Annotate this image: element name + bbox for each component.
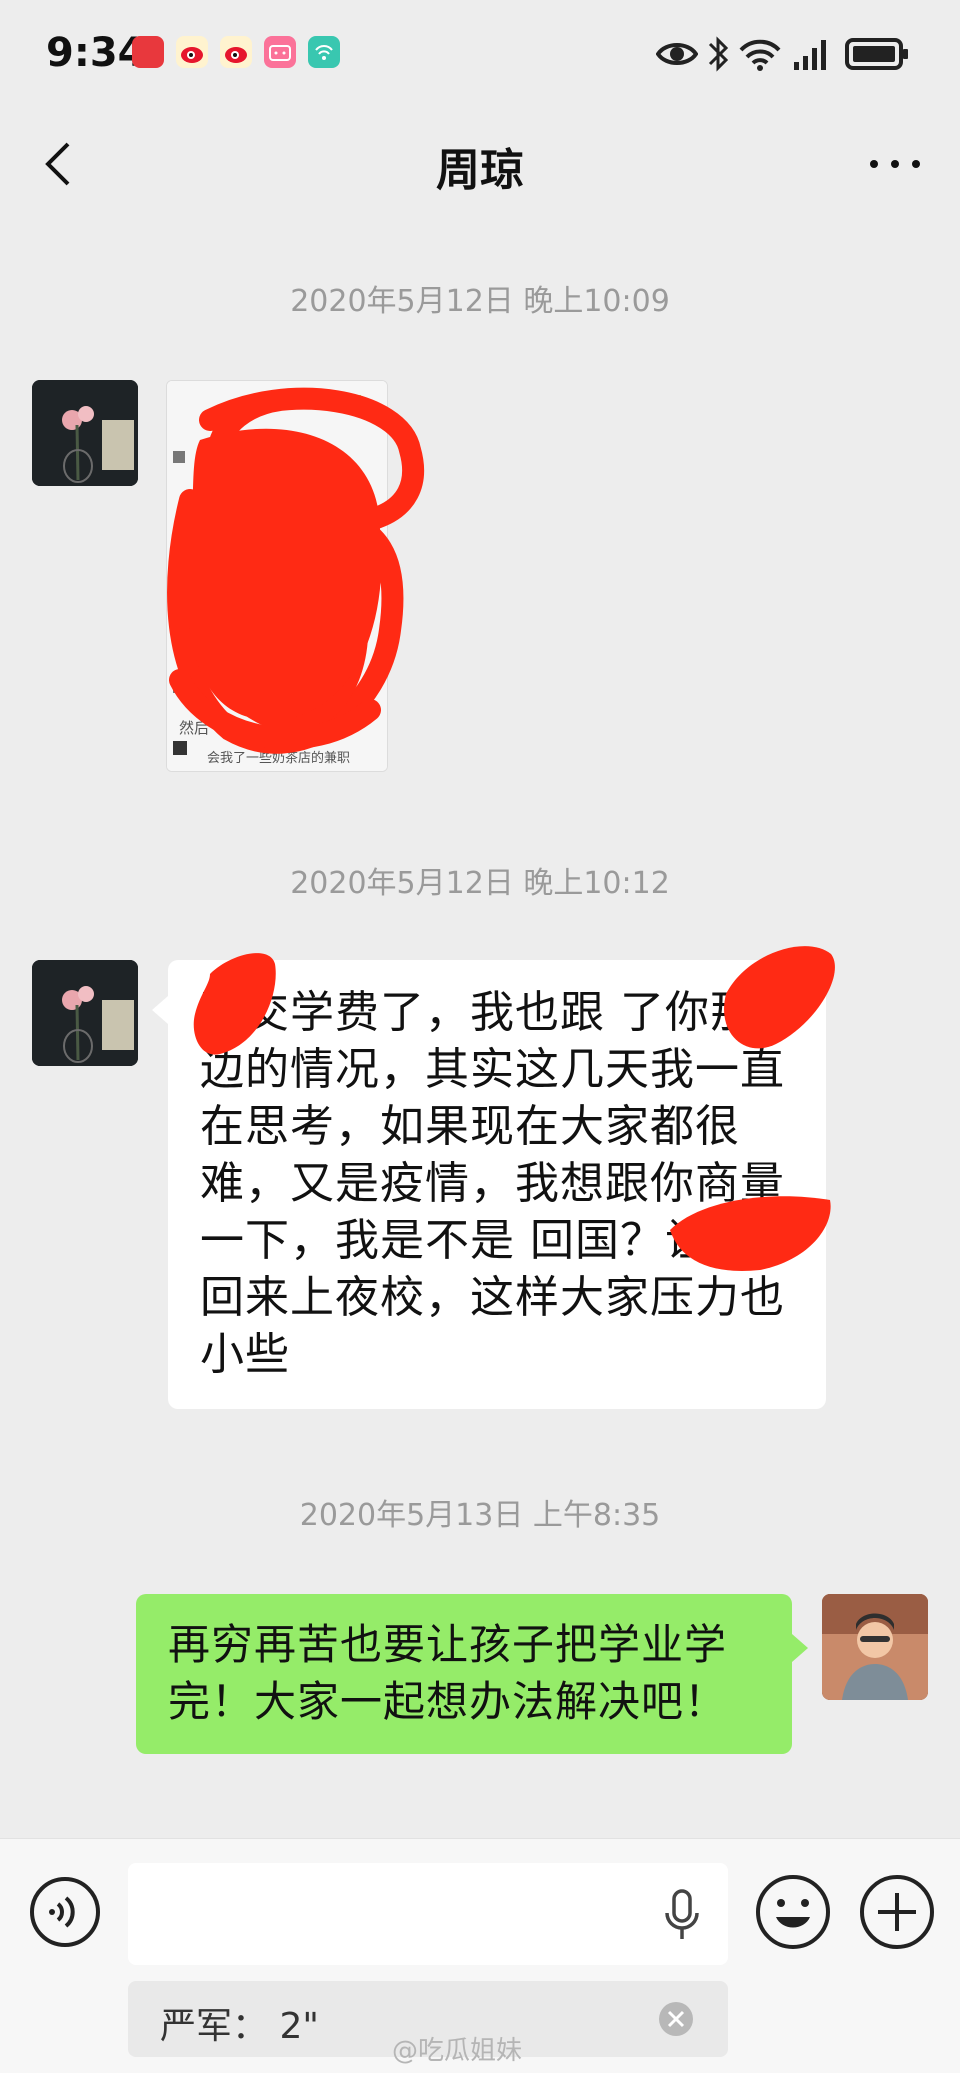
incoming-message-bubble[interactable]: 要交学费了，我也跟 了你那边的情况，其实这几天我一直在思考，如果现在大家都很难，… (152, 960, 826, 1409)
wifi-icon (739, 39, 781, 71)
timestamp: 2020年5月12日 晚上10:09 (290, 284, 670, 319)
battery-icon (845, 38, 908, 70)
weibo-icon (176, 36, 208, 68)
voice-mode-button[interactable] (28, 1875, 102, 1949)
microphone-icon[interactable] (662, 1887, 702, 1943)
more-icon[interactable] (860, 134, 930, 194)
timestamp: 2020年5月13日 上午8:35 (299, 1498, 661, 1533)
weibo-icon-2 (220, 36, 252, 68)
contact-avatar[interactable] (32, 380, 138, 486)
bilibili-icon (264, 36, 296, 68)
huawei-icon (132, 36, 164, 68)
message-input[interactable] (128, 1863, 728, 1965)
plus-icon[interactable] (858, 1873, 936, 1951)
my-avatar[interactable] (822, 1594, 928, 1700)
image-caption: 然后 (179, 719, 210, 737)
watermark: @吃瓜姐妹 (392, 2036, 523, 2066)
contact-avatar[interactable] (32, 960, 138, 1066)
quote-text: 严军： 2" (160, 2006, 319, 2047)
wifi-app-icon (308, 36, 340, 68)
status-time: 9:34 (46, 30, 146, 76)
chat-title: 周琼 (436, 145, 524, 196)
status-bar: 9:34 (0, 0, 960, 112)
signal-icon (794, 40, 826, 70)
nav-bar: 周琼 (0, 112, 960, 216)
clear-quote-icon[interactable] (658, 2001, 694, 2037)
emoji-icon[interactable] (754, 1873, 832, 1951)
bluetooth-icon (708, 36, 729, 72)
outgoing-message-bubble[interactable]: 再穷再苦也要让孩子把学业学完！大家一起想办法解决吧！ (136, 1594, 808, 1754)
image-caption-2: 会我了一些奶茶店的兼职 (207, 751, 351, 766)
image-message[interactable]: 然后 会我了一些奶茶店的兼职 (166, 380, 388, 772)
timestamp: 2020年5月12日 晚上10:12 (290, 866, 670, 901)
eye-icon (656, 43, 698, 65)
